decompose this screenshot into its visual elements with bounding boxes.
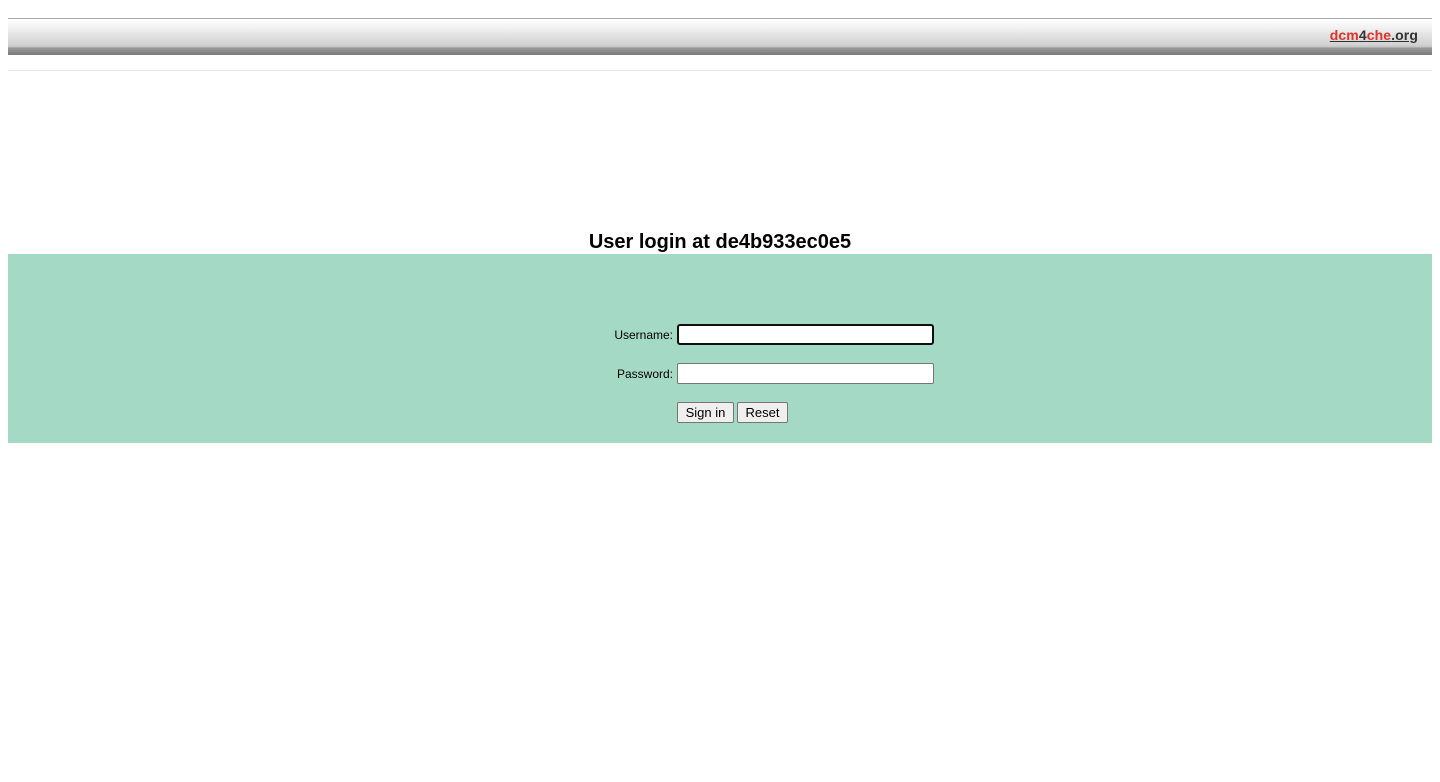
dcm4che-logo-link[interactable]: dcm4che.org [1330,27,1418,43]
logo-part-org: .org [1391,27,1418,43]
password-field[interactable] [677,363,934,384]
header-bar: dcm4che.org [8,18,1432,55]
login-form-panel: Username: Password: Sign in Reset [8,254,1432,443]
login-title: User login at de4b933ec0e5 [588,231,852,253]
sign-in-button[interactable]: Sign in [677,402,734,423]
username-field[interactable] [677,324,934,345]
reset-button[interactable]: Reset [737,402,788,423]
header-divider [8,70,1432,71]
page: dcm4che.org User login at de4b933ec0e5 U… [0,0,1440,782]
logo-part-che: che [1366,27,1392,43]
logo-part-4: 4 [1358,27,1367,43]
password-label: Password: [616,367,673,381]
logo-part-dcm: dcm [1329,27,1359,43]
username-label: Username: [614,328,673,342]
